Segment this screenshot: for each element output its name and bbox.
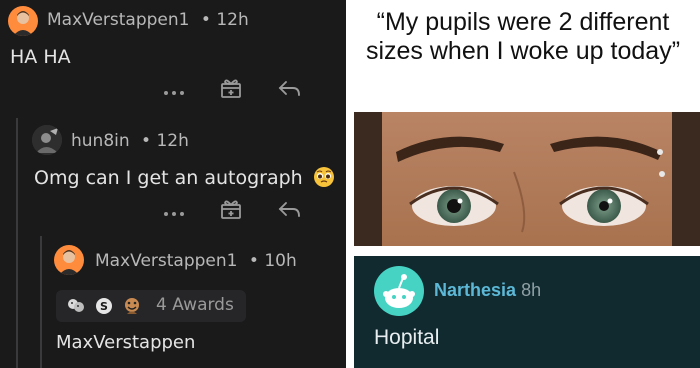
- reply-icon[interactable]: [278, 199, 302, 221]
- svg-text:S: S: [100, 300, 108, 313]
- reply-username-line: Narthesia 8h: [434, 280, 541, 301]
- laughing-award-icon: [122, 296, 142, 316]
- meme-panel: “My pupils were 2 different sizes when I…: [346, 0, 700, 368]
- comment-body: MaxVerstappen: [56, 332, 196, 353]
- comment-body: HA HA: [10, 46, 71, 68]
- comment-timestamp: • 10h: [248, 251, 297, 271]
- user-avatar[interactable]: [8, 6, 38, 36]
- pleading-face-icon: [313, 166, 335, 193]
- reply-body: Hopital: [374, 326, 440, 349]
- meme-headline: “My pupils were 2 different sizes when I…: [365, 8, 681, 65]
- thread-line[interactable]: [40, 236, 42, 368]
- reply-comment-card: Narthesia 8h Hopital: [354, 256, 700, 368]
- avatar-photo-icon: [32, 125, 62, 155]
- awards-count: 4 Awards: [156, 295, 234, 315]
- avatar-photo-icon: [13, 11, 33, 36]
- wholesome-award-icon: [66, 296, 86, 316]
- silver-award-icon: S: [94, 296, 114, 316]
- comment-username[interactable]: MaxVerstappen1 • 12h: [47, 10, 249, 30]
- gift-award-icon[interactable]: [219, 197, 243, 221]
- thread-line[interactable]: [16, 118, 18, 368]
- more-options-icon[interactable]: [163, 204, 185, 216]
- reply-username[interactable]: Narthesia: [434, 280, 516, 300]
- comment-timestamp: • 12h: [141, 131, 189, 151]
- comment-timestamp: • 12h: [200, 10, 249, 30]
- comment-body: Omg can I get an autograph: [34, 166, 335, 193]
- more-options-icon[interactable]: [163, 83, 185, 95]
- gift-award-icon[interactable]: [219, 76, 243, 100]
- user-avatar[interactable]: [54, 245, 84, 275]
- avatar-photo-icon: [59, 250, 79, 275]
- eyes-photo: [354, 112, 700, 246]
- reply-icon[interactable]: [278, 78, 302, 100]
- comment-username[interactable]: MaxVerstappen1 • 10h: [95, 251, 297, 271]
- snoo-avatar-icon[interactable]: [374, 266, 424, 316]
- user-avatar[interactable]: [32, 125, 62, 155]
- awards-badge[interactable]: S 4 Awards: [56, 290, 246, 322]
- comment-username[interactable]: hun8in • 12h: [71, 131, 189, 151]
- eyes-photo-illustration: [354, 112, 700, 246]
- reply-timestamp: 8h: [521, 280, 542, 300]
- comment-thread-panel: MaxVerstappen1 • 12h HA HA hun8in • 12h …: [0, 0, 346, 368]
